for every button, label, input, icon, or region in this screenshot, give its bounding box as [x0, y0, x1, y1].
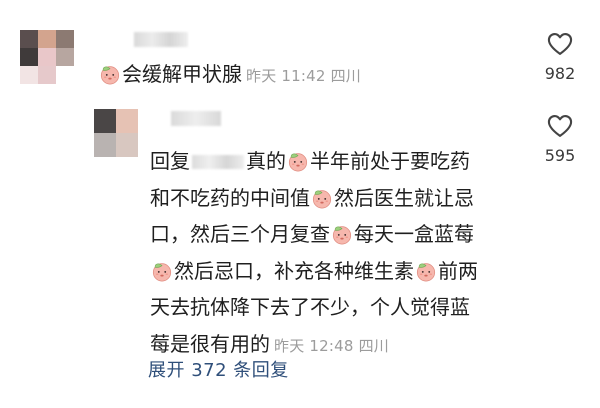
avatar-pixel — [94, 109, 116, 133]
avatar-pixel — [20, 30, 38, 48]
reply-prefix: 回复 — [150, 149, 190, 173]
like-count: 595 — [544, 146, 576, 165]
reply-line: 然后医生就让忌 — [334, 185, 474, 210]
reply-username-blurred[interactable] — [171, 111, 221, 126]
peach-emoji-icon — [331, 223, 353, 245]
reply-line: 然后忌口，补充各种维生素 — [174, 258, 414, 283]
avatar-pixel — [20, 66, 38, 84]
expand-replies-link[interactable]: 展开 372 条回复 — [148, 356, 289, 382]
reply-like[interactable]: 595 — [537, 112, 583, 165]
avatar-pixel — [116, 133, 138, 157]
avatar-pixel — [38, 48, 56, 66]
reply-line: 前两 — [438, 258, 478, 283]
reply-line: 口，然后三个月复查 — [150, 222, 330, 246]
avatar-pixel — [38, 30, 56, 48]
reply-avatar[interactable] — [94, 109, 138, 157]
like-count: 982 — [544, 64, 576, 83]
peach-emoji-icon — [151, 260, 173, 282]
avatar-pixel — [116, 109, 138, 133]
avatar-pixel — [20, 48, 38, 66]
reply-meta: 昨天 12:48 四川 — [274, 336, 389, 355]
avatar-pixel — [38, 66, 56, 84]
reply-line: 半年前处于要吃药 — [310, 149, 470, 173]
avatar-pixel — [94, 133, 116, 157]
comment-like[interactable]: 982 — [537, 30, 583, 83]
comment-text: 会缓解甲状腺 昨天 11:42 四川 — [98, 61, 361, 89]
avatar[interactable] — [20, 30, 74, 84]
comment-body: 会缓解甲状腺 — [122, 62, 242, 86]
heart-outline-icon[interactable] — [546, 30, 574, 58]
avatar-pixel — [56, 48, 74, 66]
peach-emoji-icon — [415, 260, 437, 282]
reply-line: 莓是很有用的 — [150, 331, 270, 356]
heart-outline-icon[interactable] — [546, 112, 574, 140]
peach-emoji-icon — [99, 63, 121, 85]
avatar-pixel — [56, 30, 74, 48]
reply-line: 和不吃药的中间值 — [150, 185, 310, 210]
peach-emoji-icon — [311, 187, 333, 209]
reply-line: 每天一盒蓝莓 — [354, 222, 474, 246]
avatar-pixel — [56, 66, 74, 84]
comment-meta: 昨天 11:42 四川 — [246, 67, 361, 85]
reply-mention-tail: 真的 — [246, 149, 286, 173]
mention-blurred[interactable] — [192, 155, 244, 169]
reply-text: 回复 真的 半年前处于要吃药 和不吃药的中间值 然后医生就让忌 口，然后三个月复查 每天… — [150, 143, 505, 362]
username-blurred[interactable] — [134, 32, 188, 47]
reply-line: 天去抗体降下去了不少，个人觉得蓝 — [150, 295, 470, 319]
peach-emoji-icon — [287, 150, 309, 172]
